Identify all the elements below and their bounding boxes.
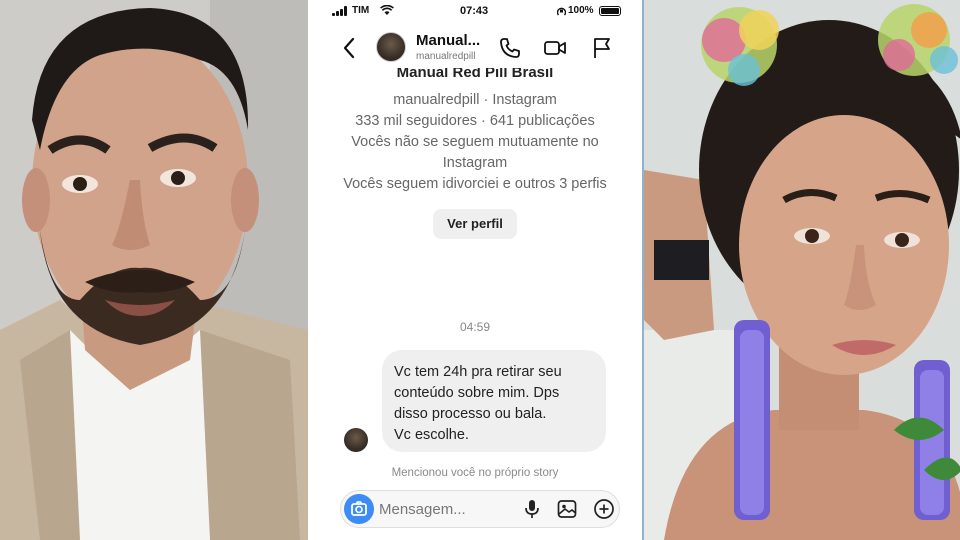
cell-signal-icon (332, 6, 348, 16)
message-line: Vc escolhe. (394, 427, 469, 443)
message-timestamp: 04:59 (459, 320, 491, 334)
shared-follows-note: Vocês seguem idivorciei e outros 3 perfi… (343, 176, 607, 192)
contact-name[interactable]: Manual... (416, 32, 480, 49)
profile-title: Manual Red Pill Brasil (396, 68, 554, 81)
phone-screenshot: TIM 07:43 100% Manual... manualredpill M… (310, 0, 640, 540)
man-portrait-image (0, 0, 308, 540)
microphone-icon[interactable] (521, 498, 543, 520)
message-bubble[interactable]: Vc tem 24h pra retirar seu conteúdo sobr… (382, 350, 606, 452)
profile-card: Manual Red Pill Brasil manualredpill · I… (310, 68, 640, 239)
message-input[interactable] (379, 497, 511, 521)
mutual-follow-note: Vocês não se seguem mutuamente no Instag… (351, 134, 599, 171)
contact-avatar[interactable] (376, 32, 406, 62)
sender-avatar[interactable] (344, 428, 368, 452)
message-line: conteúdo sobre mim. Dps (394, 385, 560, 401)
view-profile-button[interactable]: Ver perfil (433, 209, 517, 239)
message-composer (340, 490, 620, 528)
profile-stats: 333 mil seguidores · 641 publicações (355, 113, 595, 129)
chat-header: Manual... manualredpill (310, 24, 640, 72)
right-photo (642, 0, 960, 540)
left-photo (0, 0, 308, 540)
plus-circle-icon[interactable] (593, 498, 615, 520)
carrier-label: TIM (352, 5, 370, 16)
phone-icon[interactable] (498, 36, 522, 60)
woman-portrait-image (644, 0, 960, 540)
battery-percent: 100% (568, 5, 594, 16)
image-icon[interactable] (556, 498, 578, 520)
battery-icon (599, 6, 621, 16)
message-line: Vc tem 24h pra retirar seu (394, 364, 562, 380)
clock-time: 07:43 (460, 5, 489, 17)
camera-icon (351, 501, 367, 516)
rotation-lock-icon (557, 7, 566, 16)
flag-icon[interactable] (590, 36, 614, 60)
video-camera-icon[interactable] (543, 36, 567, 60)
profile-handle: manualredpill · Instagram (393, 92, 557, 108)
contact-username[interactable]: manualredpill (416, 51, 475, 62)
wifi-icon (380, 5, 394, 15)
story-mention-note[interactable]: Mencionou você no próprio story (310, 467, 640, 479)
chevron-left-icon[interactable] (340, 36, 360, 60)
status-bar: TIM 07:43 100% (310, 0, 640, 22)
camera-button[interactable] (344, 494, 374, 524)
message-line: disso processo ou bala. (394, 406, 547, 422)
